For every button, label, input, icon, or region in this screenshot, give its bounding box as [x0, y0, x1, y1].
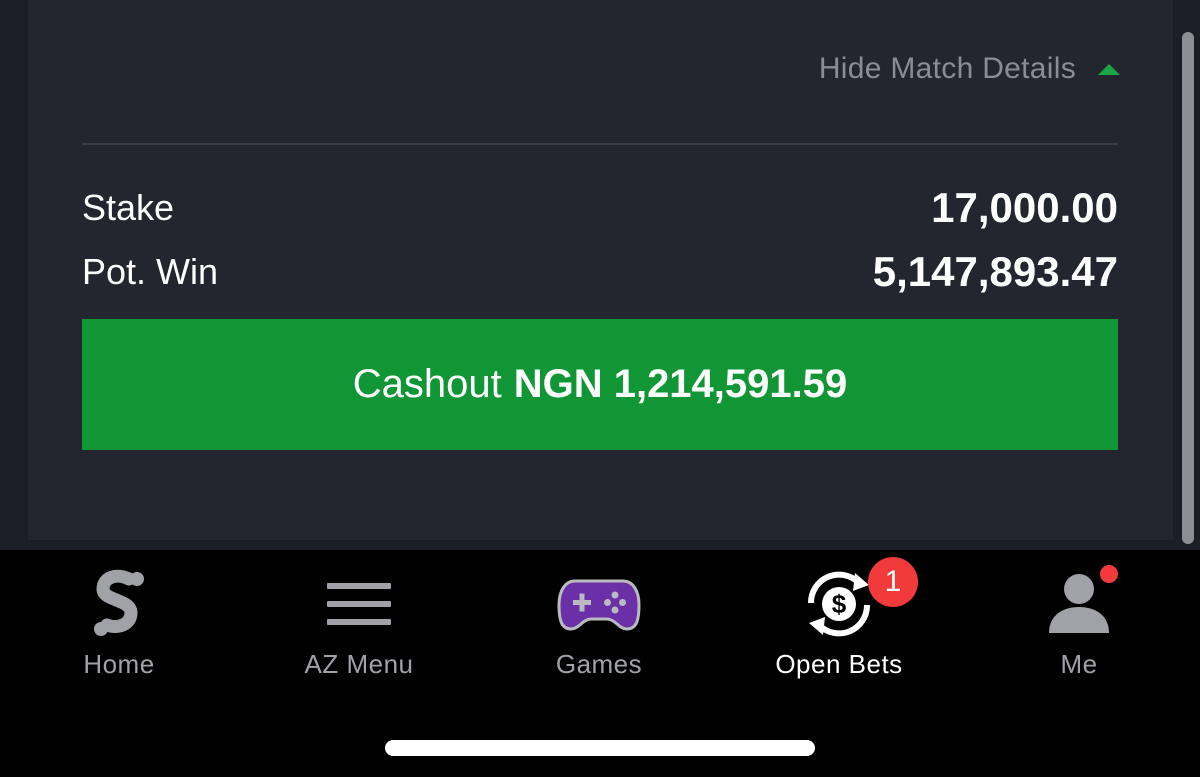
home-indicator[interactable] [385, 740, 815, 756]
tab-open-bets-label: Open Bets [775, 649, 903, 679]
tab-az-menu[interactable]: AZ Menu [259, 565, 459, 685]
tab-home-label: Home [83, 649, 155, 679]
cashout-amount: NGN 1,214,591.59 [513, 362, 848, 406]
tab-games[interactable]: Games [499, 565, 699, 685]
tab-me[interactable]: Me [979, 565, 1179, 685]
tab-games-label: Games [555, 649, 643, 679]
hide-match-details-toggle[interactable]: Hide Match Details [819, 52, 1120, 86]
scrollbar[interactable] [1182, 32, 1194, 544]
potential-win-row: Pot. Win 5,147,893.47 [82, 248, 1118, 296]
svg-text:$: $ [832, 589, 847, 619]
cashout-label: Cashout [352, 362, 502, 406]
gamepad-icon [557, 579, 641, 631]
potential-win-value: 5,147,893.47 [872, 248, 1118, 295]
tab-home[interactable]: Home [19, 565, 219, 685]
tab-az-menu-label: AZ Menu [304, 649, 414, 679]
open-bets-badge: 1 [868, 557, 918, 607]
hamburger-menu-icon [327, 583, 391, 625]
sporty-logo-icon [94, 569, 144, 636]
stake-label: Stake [82, 187, 175, 228]
potential-win-label: Pot. Win [82, 251, 219, 292]
screen: Hide Match Details Stake 17,000.00 Pot. … [0, 0, 1200, 777]
stake-row: Stake 17,000.00 [82, 184, 1118, 232]
notification-dot [1097, 562, 1121, 586]
stake-value: 17,000.00 [931, 184, 1118, 231]
tab-me-label: Me [1060, 649, 1098, 679]
hide-match-details-label: Hide Match Details [818, 52, 1076, 85]
divider [82, 143, 1118, 145]
cashout-button[interactable]: Cashout NGN 1,214,591.59 [82, 319, 1118, 450]
caret-up-icon [1098, 63, 1120, 75]
